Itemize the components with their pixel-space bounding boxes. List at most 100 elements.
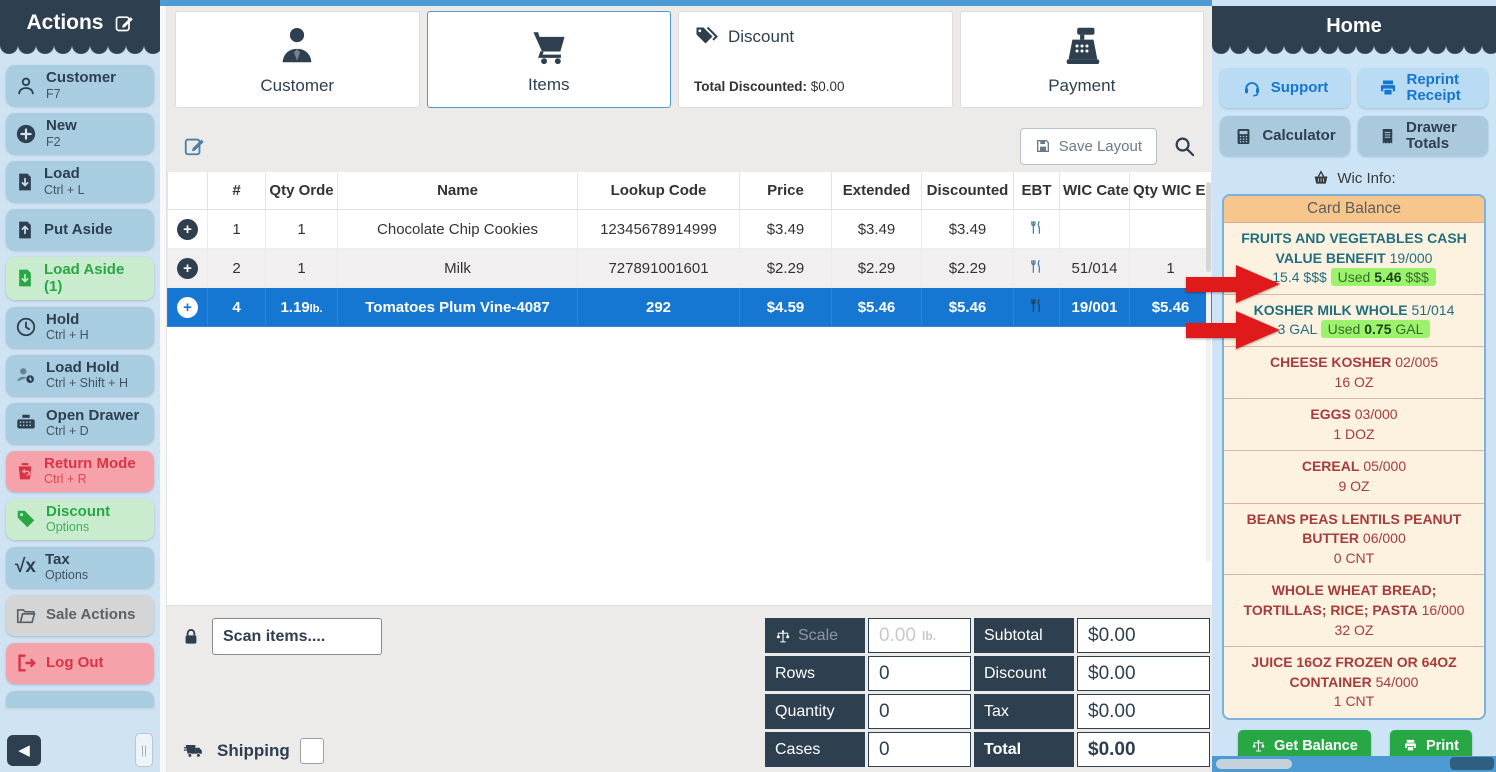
button-shortcut: Ctrl + Shift + H [46, 376, 128, 391]
col-extended[interactable]: Extended [832, 172, 922, 210]
button-shortcut: Ctrl + R [44, 472, 136, 487]
discount-label: Discount [974, 656, 1074, 691]
discount-value: $0.00 [1077, 656, 1210, 691]
edit-layout-icon[interactable] [114, 13, 134, 33]
edit-grid-icon[interactable] [183, 135, 205, 157]
load-aside-button[interactable]: Load Aside (1) [6, 257, 154, 300]
tax-button[interactable]: √x TaxOptions [6, 547, 154, 588]
customer-button[interactable]: CustomerF7 [6, 65, 154, 106]
col-name[interactable]: Name [338, 172, 578, 210]
cell-discounted: $5.46 [922, 288, 1014, 327]
collapse-sidebar-button[interactable]: ◀ [7, 735, 41, 766]
drawer-totals-button[interactable]: Drawer Totals [1358, 116, 1488, 156]
wic-entry: CHEESE KOSHER 02/005 16 OZ [1224, 347, 1484, 399]
new-button[interactable]: NewF2 [6, 113, 154, 154]
step-discount[interactable]: Discount Total Discounted: $0.00 [678, 11, 953, 108]
wic-entry: EGGS 03/000 1 DOZ [1224, 399, 1484, 451]
expand-row-button[interactable]: + [177, 297, 198, 318]
used-amount-highlight: Used 0.75 GAL [1321, 320, 1431, 338]
items-table: # Qty Orde Name Lookup Code Price Extend… [167, 172, 1212, 327]
button-label: New [46, 117, 77, 134]
items-grid: # Qty Orde Name Lookup Code Price Extend… [167, 172, 1212, 605]
sqrt-icon: √x [15, 556, 36, 578]
annotation-arrow [1186, 311, 1280, 349]
cell-price: $3.49 [740, 210, 832, 249]
cash-register-icon [15, 412, 37, 434]
col-wic-category[interactable]: WIC Cate [1060, 172, 1130, 210]
table-row[interactable]: + 1 1 Chocolate Chip Cookies 12345678914… [168, 210, 1212, 249]
table-row-selected[interactable]: + 4 1.19lb. Tomatoes Plum Vine-4087 292 … [168, 288, 1212, 327]
file-arrow-down-icon [15, 267, 35, 289]
search-icon[interactable] [1173, 135, 1196, 158]
log-out-button[interactable]: Log Out [6, 643, 154, 684]
payment-register-icon [1059, 23, 1105, 69]
sidebar-resize-handle[interactable]: || [135, 733, 153, 767]
calculator-button[interactable]: Calculator [1220, 116, 1350, 156]
checkout-steps: Customer Items Discount Total Discounted… [167, 6, 1212, 116]
step-customer[interactable]: Customer [175, 11, 420, 108]
scan-items-input[interactable] [212, 618, 382, 655]
col-qty-ordered[interactable]: Qty Orde [266, 172, 338, 210]
col-price[interactable]: Price [740, 172, 832, 210]
panel-scroll-tab[interactable] [1216, 759, 1292, 769]
support-button[interactable]: Support [1220, 68, 1350, 108]
step-items[interactable]: Items [427, 11, 672, 108]
clock-icon [15, 316, 37, 338]
total-discounted-note: Total Discounted: $0.00 [694, 79, 845, 94]
cell-wic-category: 19/001 [1060, 288, 1130, 327]
button-label: Calculator [1262, 128, 1335, 144]
actions-header-scallop [0, 45, 160, 54]
actions-sidebar: Actions CustomerF7 NewF2 LoadCtrl + L Pu… [0, 0, 160, 772]
plus-circle-icon [15, 123, 37, 145]
button-label: Log Out [46, 654, 103, 671]
cases-value: 0 [868, 732, 971, 767]
button-shortcut: F7 [46, 87, 116, 102]
put-aside-button[interactable]: Put Aside [6, 209, 154, 250]
expand-row-button[interactable]: + [177, 258, 198, 279]
panel-corner-handle[interactable] [1450, 757, 1494, 770]
cell-extended: $3.49 [832, 210, 922, 249]
cell-qty: 1 [266, 249, 338, 288]
cell-lookup: 292 [578, 288, 740, 327]
table-row[interactable]: + 2 1 Milk 727891001601 $2.29 $2.29 $2.2… [168, 249, 1212, 288]
cell-extended: $5.46 [832, 288, 922, 327]
total-value: $0.00 [1077, 732, 1210, 767]
trash-return-icon [15, 460, 35, 482]
grid-scrollbar-thumb[interactable] [1206, 182, 1211, 272]
scale-label: Scale [765, 618, 865, 653]
card-balance-header: Card Balance [1224, 196, 1484, 223]
sale-actions-button[interactable]: Sale Actions [6, 595, 154, 636]
button-option: Options [46, 520, 110, 535]
tags-icon [694, 25, 718, 49]
open-drawer-button[interactable]: Open DrawerCtrl + D [6, 403, 154, 444]
expand-row-button[interactable]: + [177, 219, 198, 240]
step-label: Customer [260, 76, 334, 96]
col-number[interactable]: # [208, 172, 266, 210]
shipping-label: Shipping [217, 741, 290, 761]
load-button[interactable]: LoadCtrl + L [6, 161, 154, 202]
shipping-checkbox[interactable] [300, 738, 324, 764]
button-label: Open Drawer [46, 407, 139, 424]
col-ebt[interactable]: EBT [1014, 172, 1060, 210]
col-discounted[interactable]: Discounted [922, 172, 1014, 210]
note-value: $0.00 [811, 79, 845, 94]
cases-label: Cases [765, 732, 865, 767]
col-lookup-code[interactable]: Lookup Code [578, 172, 740, 210]
step-payment[interactable]: Payment [960, 11, 1205, 108]
cell-qty-wic [1130, 210, 1212, 249]
discount-button[interactable]: DiscountOptions [6, 499, 154, 540]
save-layout-button[interactable]: Save Layout [1020, 128, 1157, 165]
quantity-value: 0 [868, 694, 971, 729]
col-qty-wic[interactable]: Qty WIC El [1130, 172, 1212, 210]
button-shortcut: Ctrl + D [46, 424, 139, 439]
cell-number: 1 [208, 210, 266, 249]
cell-number: 2 [208, 249, 266, 288]
return-mode-button[interactable]: Return ModeCtrl + R [6, 451, 154, 492]
hold-button[interactable]: HoldCtrl + H [6, 307, 154, 348]
used-amount-highlight: Used 5.46 $$$ [1331, 268, 1436, 286]
cell-name: Tomatoes Plum Vine-4087 [338, 288, 578, 327]
load-hold-button[interactable]: Load HoldCtrl + Shift + H [6, 355, 154, 396]
reprint-receipt-button[interactable]: Reprint Receipt [1358, 68, 1488, 108]
headset-icon [1242, 78, 1262, 98]
printer-icon [1378, 78, 1398, 98]
